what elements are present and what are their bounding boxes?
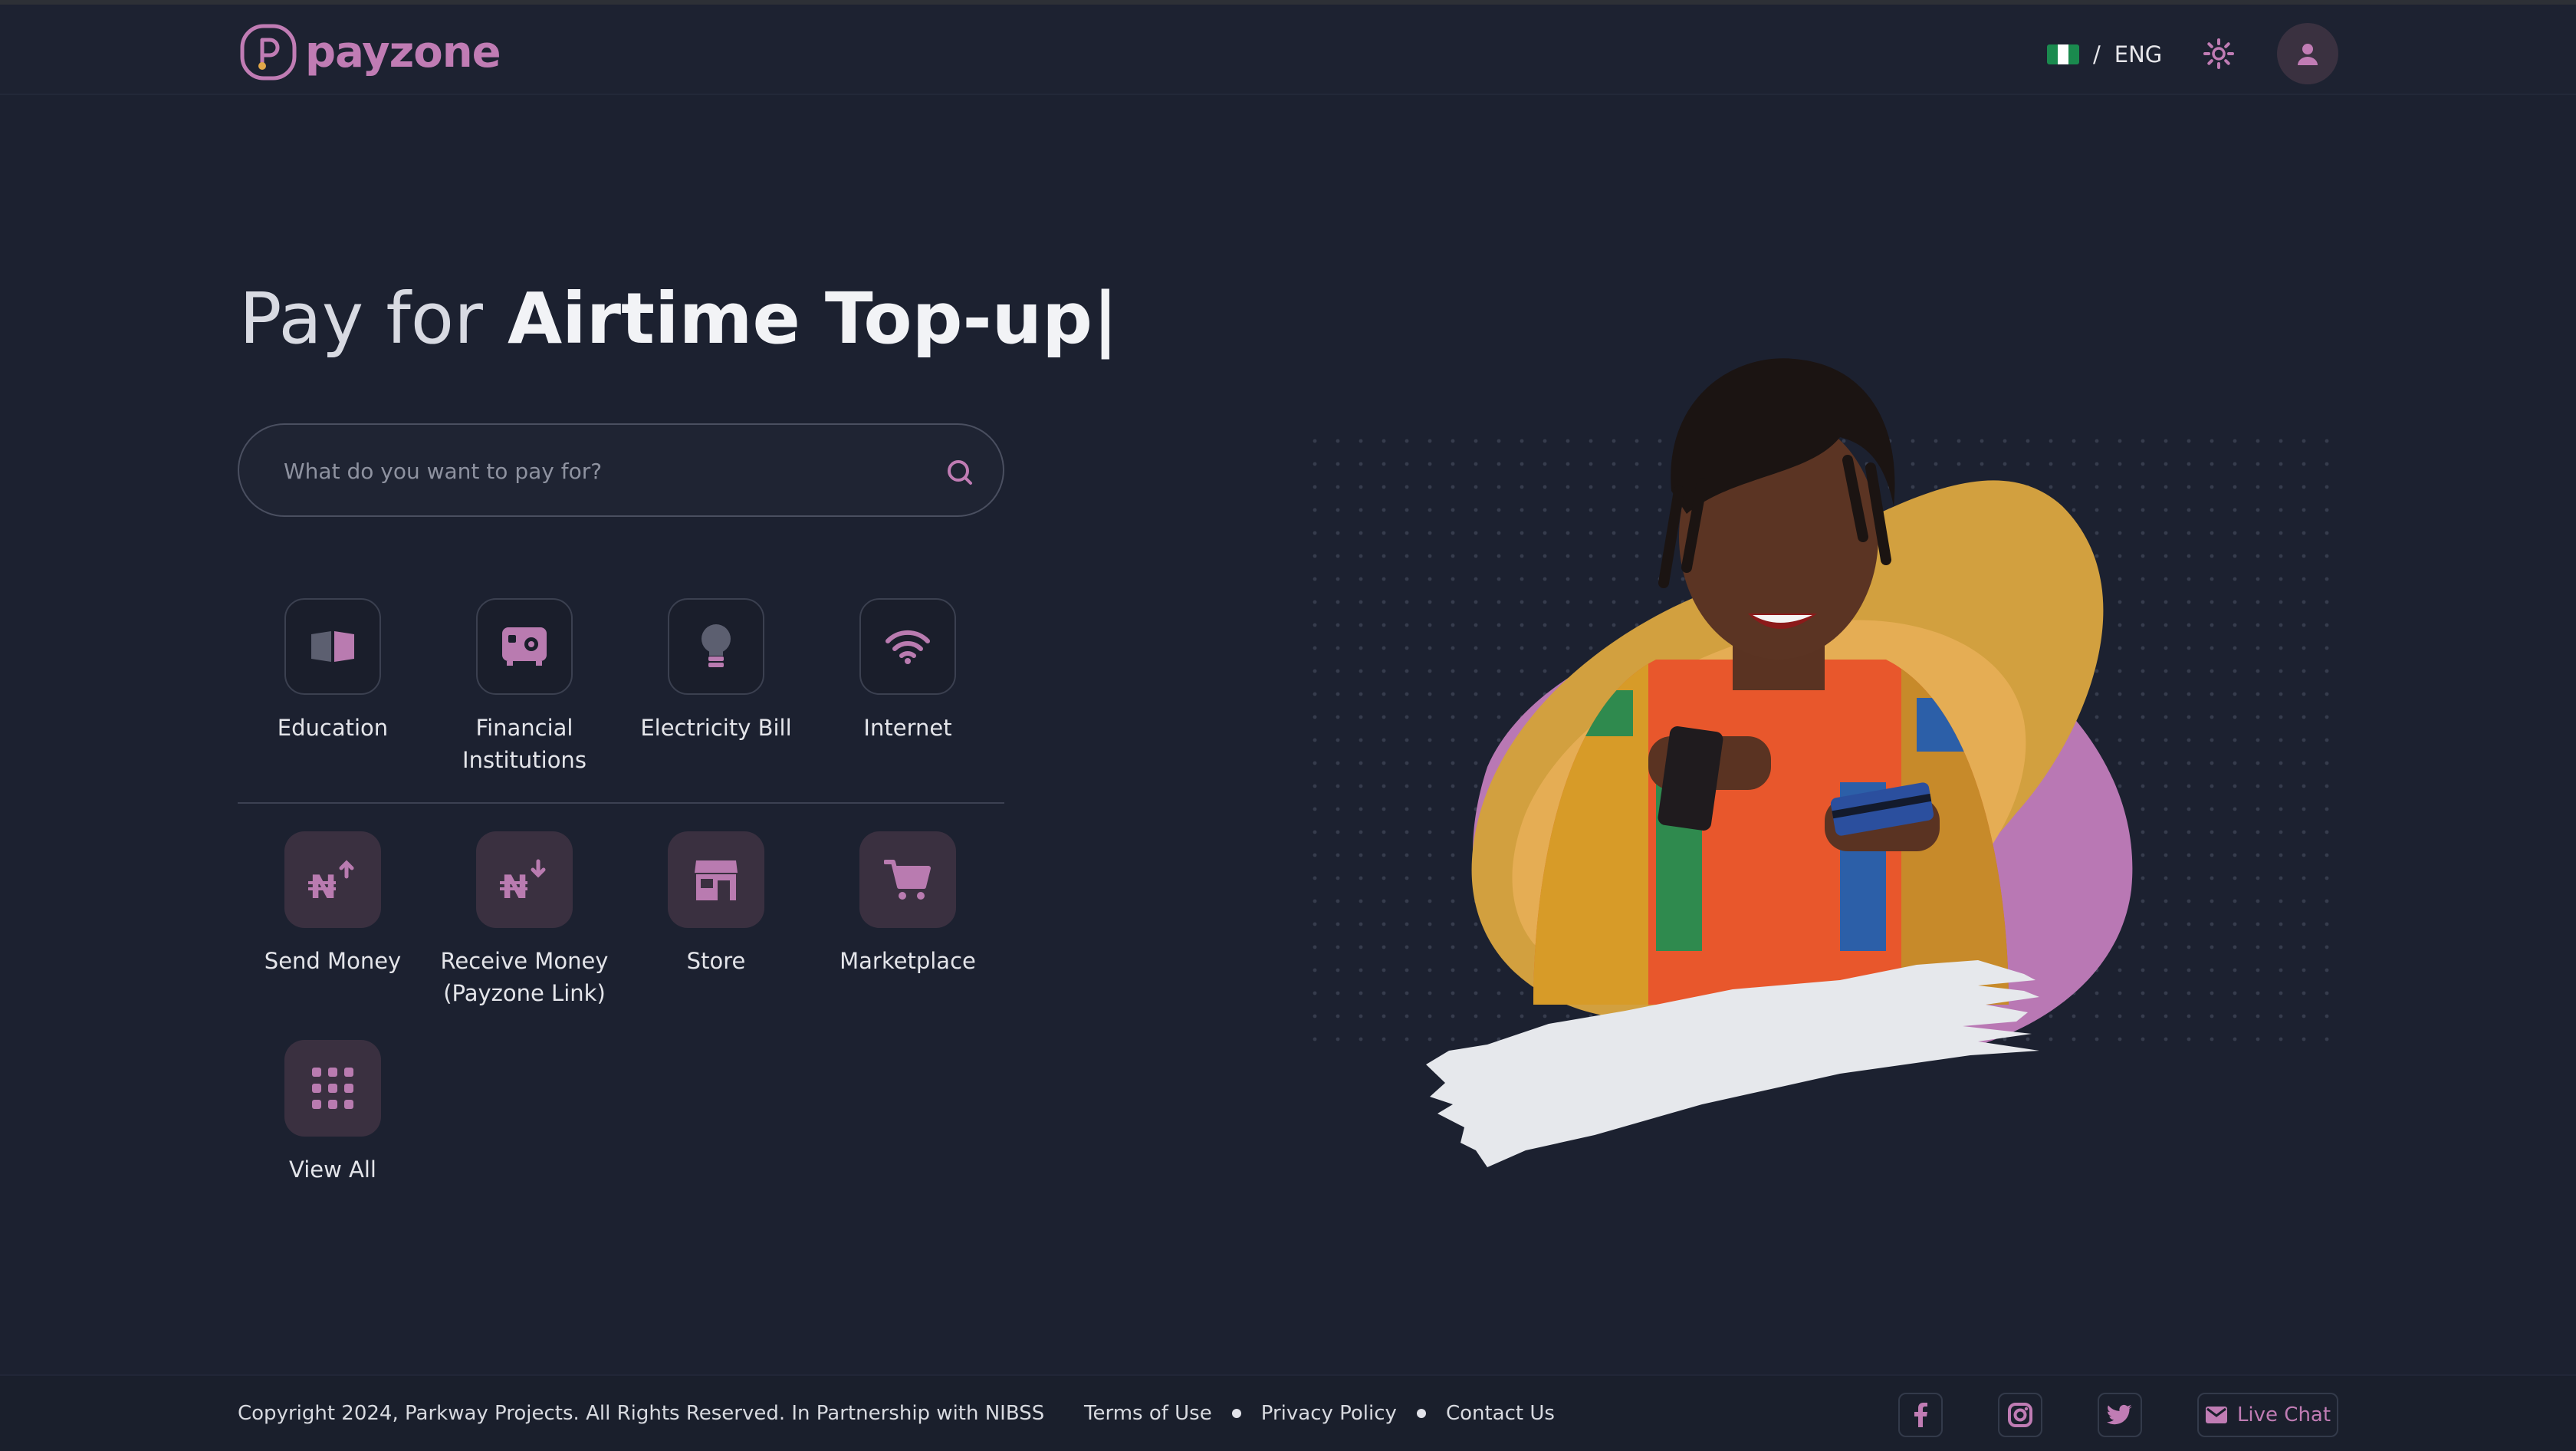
payzone-logo-icon (240, 24, 297, 81)
view-all-button[interactable]: View All (241, 1040, 425, 1186)
footer: Copyright 2024, Parkway Projects. All Ri… (0, 1374, 2576, 1451)
mail-icon (2205, 1407, 2227, 1423)
svg-text:N: N (501, 868, 528, 901)
service-label: Marketplace (840, 948, 976, 974)
grid-icon (312, 1068, 353, 1109)
live-chat-button[interactable]: Live Chat (2197, 1393, 2338, 1437)
search-input[interactable] (284, 451, 912, 491)
twitter-button[interactable] (2098, 1393, 2142, 1437)
search-icon[interactable] (943, 456, 977, 489)
svg-text:N: N (310, 868, 337, 901)
service-label: Send Money (264, 948, 402, 974)
category-tile[interactable] (668, 598, 764, 695)
language-code: ENG (2114, 41, 2163, 67)
facebook-icon (1914, 1403, 1927, 1427)
category-tile[interactable] (476, 598, 573, 695)
category-financial-institutions[interactable]: Financial Institutions (432, 598, 616, 776)
service-label: Receive Money (Payzone Link) (440, 948, 609, 1006)
footer-links: Terms of Use Privacy Policy Contact Us (1084, 1402, 1555, 1425)
lightbulb-icon (702, 624, 731, 667)
category-electricity-bill[interactable]: Electricity Bill (624, 598, 808, 744)
copyright-text: Copyright 2024, Parkway Projects. All Ri… (238, 1402, 1045, 1425)
hero-title-service: Airtime Top-up| (507, 278, 1119, 360)
terms-of-use-link[interactable]: Terms of Use (1084, 1402, 1212, 1425)
nigeria-flag-icon (2047, 44, 2079, 64)
service-store[interactable]: Store (624, 831, 808, 977)
top-navbar: payzone / ENG (0, 5, 2576, 95)
category-label: Internet (863, 715, 952, 741)
section-divider (238, 802, 1004, 804)
category-label: Electricity Bill (640, 715, 792, 741)
live-chat-label: Live Chat (2236, 1403, 2331, 1426)
service-tile[interactable]: N (476, 831, 573, 928)
brand-name: payzone (305, 27, 501, 77)
hero-illustration (1303, 358, 2346, 1167)
twitter-icon (2107, 1404, 2132, 1425)
language-selector[interactable]: / ENG (2047, 41, 2162, 67)
facebook-button[interactable] (1898, 1393, 1943, 1437)
service-send-money[interactable]: N Send Money (241, 831, 425, 977)
category-education[interactable]: Education (241, 598, 425, 744)
user-avatar-button[interactable] (2277, 23, 2338, 84)
naira-receive-icon: N (500, 859, 546, 901)
category-label: Financial Institutions (462, 715, 586, 773)
user-icon (2298, 44, 2318, 65)
contact-us-link[interactable]: Contact Us (1446, 1402, 1555, 1425)
link-separator (1416, 1409, 1426, 1418)
service-tile[interactable] (668, 831, 764, 928)
safe-icon (502, 627, 547, 666)
category-tile[interactable] (284, 598, 381, 695)
link-separator (1231, 1409, 1241, 1418)
brand-logo[interactable]: payzone (239, 21, 501, 83)
service-label: Store (686, 948, 746, 974)
book-icon (311, 631, 354, 662)
service-marketplace[interactable]: Marketplace (816, 831, 1000, 977)
instagram-icon (2008, 1403, 2032, 1427)
hero-title-prefix: Pay for (239, 278, 483, 360)
service-tile[interactable] (284, 1040, 381, 1137)
view-all-label: View All (289, 1157, 376, 1183)
service-tile[interactable] (859, 831, 956, 928)
hero-title: Pay for Airtime Top-up| (239, 278, 1119, 360)
service-receive-money[interactable]: N Receive Money (Payzone Link) (432, 831, 616, 1009)
category-tile[interactable] (859, 598, 956, 695)
privacy-policy-link[interactable]: Privacy Policy (1261, 1402, 1397, 1425)
language-separator: / (2093, 41, 2101, 67)
naira-send-icon: N (308, 860, 354, 901)
search-bar (238, 423, 1004, 517)
store-icon (695, 860, 738, 900)
settings-icon[interactable] (2202, 37, 2236, 71)
cart-icon (884, 860, 931, 900)
category-label: Education (277, 715, 389, 741)
category-internet[interactable]: Internet (816, 598, 1000, 744)
instagram-button[interactable] (1998, 1393, 2042, 1437)
wifi-icon (886, 630, 930, 664)
service-tile[interactable]: N (284, 831, 381, 928)
